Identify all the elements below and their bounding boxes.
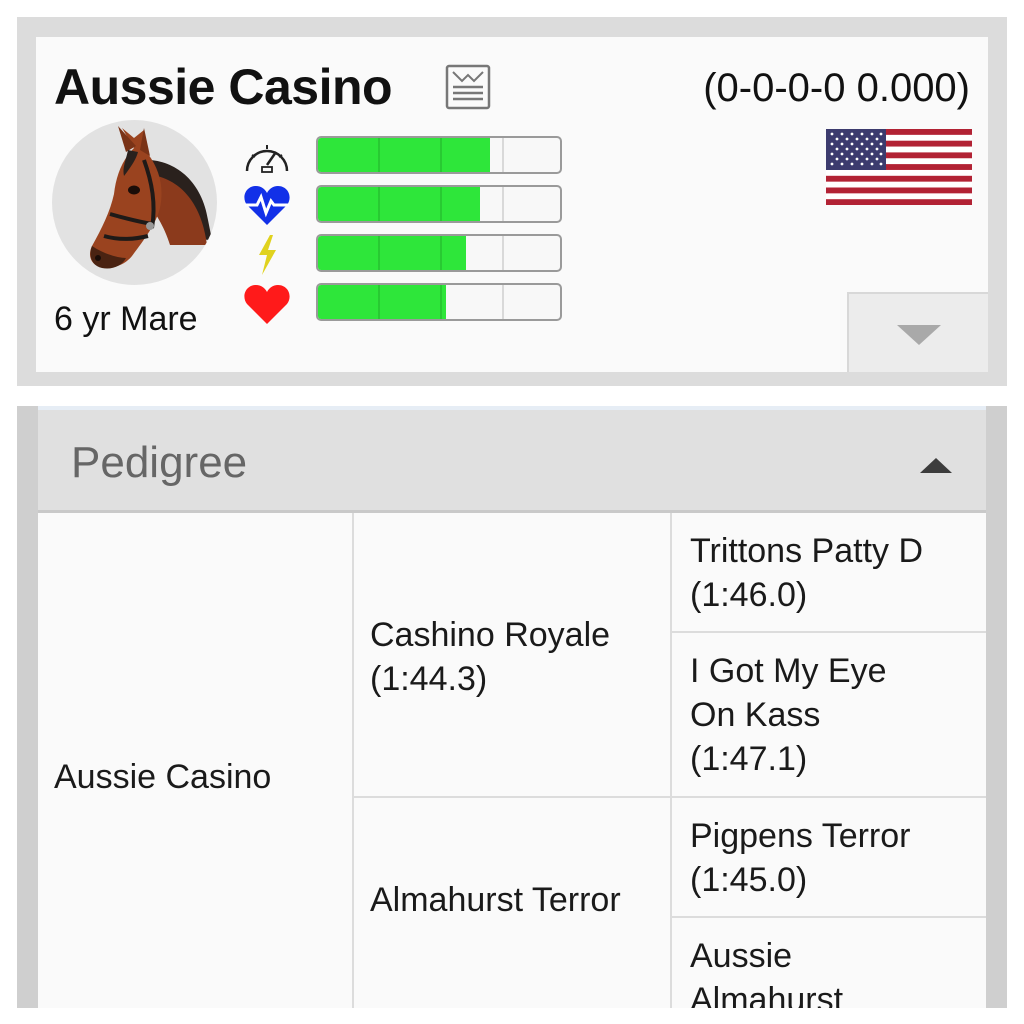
energy-bar	[316, 234, 562, 272]
energy-bar-fill	[318, 236, 466, 270]
pedigree-cell-sire-sire: Trittons Patty D (1:46.0)	[672, 513, 986, 633]
pedigree-header[interactable]: Pedigree	[38, 410, 986, 513]
horse-card: Aussie Casino (0-0-0-0 0.000) 6 yr Mare	[17, 17, 1007, 386]
health-bar-fill	[318, 285, 447, 319]
horse-head-icon	[90, 126, 212, 269]
dam-sire-name[interactable]: Pigpens Terror	[690, 817, 911, 855]
pedigree-panel: Pedigree Aussie Casino Cashino Royale (1…	[17, 406, 1007, 1008]
sire-time: (1:44.3)	[370, 660, 488, 698]
sire-name[interactable]: Cashino Royale	[370, 616, 610, 654]
us-flag-icon	[826, 129, 972, 205]
collapse-pedigree-button[interactable]	[916, 452, 956, 476]
sire-sire-name[interactable]: Trittons Patty D	[690, 532, 923, 570]
pedigree-title: Pedigree	[71, 438, 248, 487]
pedigree-horse-name[interactable]: Aussie Casino	[54, 758, 271, 796]
pedigree-cell-horse: Aussie Casino	[38, 513, 354, 1008]
speed-bar-fill	[318, 138, 490, 172]
chevron-down-icon	[896, 325, 941, 345]
heart-icon	[244, 285, 290, 324]
pedigree-table: Aussie Casino Cashino Royale (1:44.3) Al…	[38, 513, 986, 1008]
speedometer-icon	[245, 145, 289, 173]
pedigree-cell-sire-dam: I Got My Eye On Kass (1:47.1)	[672, 633, 986, 798]
report-icon[interactable]	[444, 63, 492, 111]
pedigree-cell-dam-dam: Aussie Almahurst	[672, 918, 986, 1008]
stamina-bar	[316, 185, 562, 223]
stamina-bar-fill	[318, 187, 481, 221]
speed-bar	[316, 136, 562, 174]
race-record: (0-0-0-0 0.000)	[703, 66, 970, 110]
dam-dam-name[interactable]: Aussie Almahurst	[690, 937, 843, 1008]
chevron-up-icon	[920, 458, 952, 473]
heart-rate-icon	[244, 186, 290, 225]
health-bar	[316, 283, 562, 321]
sire-sire-time: (1:46.0)	[690, 576, 808, 614]
sire-dam-time: (1:47.1)	[690, 740, 808, 778]
dam-name[interactable]: Almahurst Terror	[370, 881, 621, 919]
horse-card-body: Aussie Casino (0-0-0-0 0.000) 6 yr Mare	[36, 37, 988, 372]
age-gender: 6 yr Mare	[54, 300, 198, 338]
lightning-icon	[259, 235, 276, 275]
horse-avatar[interactable]	[52, 120, 217, 285]
pedigree-cell-dam: Almahurst Terror	[354, 798, 672, 1008]
horse-name[interactable]: Aussie Casino	[54, 59, 393, 115]
expand-details-button[interactable]	[847, 292, 988, 372]
pedigree-cell-dam-sire: Pigpens Terror (1:45.0)	[672, 798, 986, 918]
sire-dam-name[interactable]: I Got My Eye On Kass	[690, 652, 887, 734]
dam-sire-time: (1:45.0)	[690, 861, 808, 899]
pedigree-cell-sire: Cashino Royale (1:44.3)	[354, 513, 672, 798]
